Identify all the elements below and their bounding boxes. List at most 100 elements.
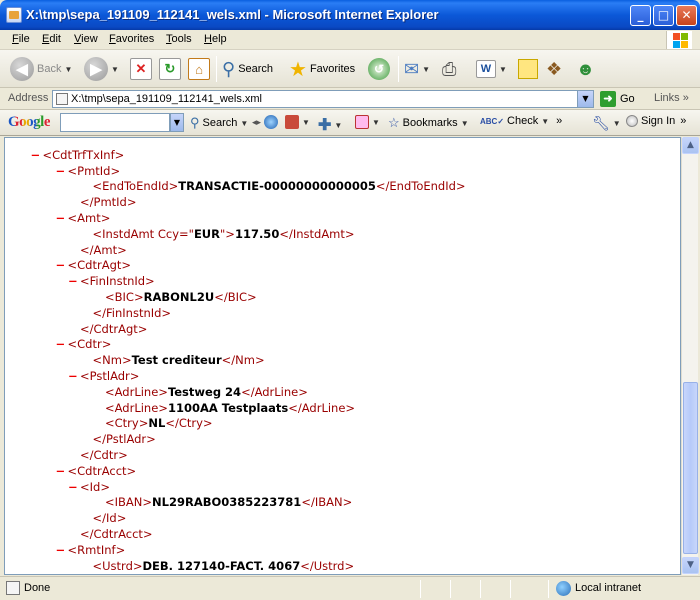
print-button[interactable]: ⎙ (442, 55, 456, 83)
xml-line[interactable]: − <PmtId> (5, 164, 680, 180)
xml-line[interactable]: − <CdtrAgt> (5, 258, 680, 274)
xml-line: <Ustrd>DEB. 127140-FACT. 4067</Ustrd> (5, 558, 680, 574)
status-divider (420, 580, 421, 598)
google-logo-text: Google (8, 114, 51, 130)
collapse-toggle-icon[interactable]: − (56, 164, 68, 180)
links-button[interactable]: Links » (654, 92, 689, 104)
xml-open-tag: <InstdAmt Ccy=" (92, 226, 194, 241)
menu-help[interactable]: Help (204, 33, 227, 45)
menu-favorites[interactable]: Favorites (109, 33, 154, 45)
xml-text-value: 117.50 (234, 226, 280, 241)
home-button[interactable]: ⌂ (188, 55, 210, 83)
xml-line: <InstdAmt Ccy="EUR">117.50</InstdAmt> (5, 227, 680, 243)
collapse-toggle-icon[interactable]: − (56, 464, 68, 480)
menu-edit[interactable]: Edit (42, 33, 61, 45)
toolbar-separator (398, 56, 399, 82)
favorites-button[interactable]: ★ Favorites (289, 55, 355, 83)
mail-icon: ✉ (404, 58, 420, 79)
xml-open-tag: </Amt> (80, 242, 127, 257)
minimize-button[interactable]: _ (630, 5, 651, 26)
xml-line[interactable]: − <FinInstnId> (5, 274, 680, 290)
news-button[interactable]: ◂▸ (252, 115, 279, 129)
mail-button[interactable]: ✉ ▼ (404, 55, 430, 83)
collapse-toggle-icon[interactable]: − (68, 369, 80, 385)
xml-text-value: NL (148, 416, 166, 431)
discuss-button[interactable] (518, 55, 538, 83)
status-divider (510, 580, 511, 598)
xml-line[interactable]: − <RmtInf> (5, 543, 680, 559)
bookmarks-button[interactable]: ☆ Bookmarks ▼ (388, 115, 469, 131)
research-icon: ❖ (546, 58, 563, 79)
refresh-button[interactable]: ↻ (159, 55, 181, 83)
xml-open-tag: <AdrLine> (105, 400, 168, 415)
stop-icon: ✕ (130, 58, 152, 80)
xml-line[interactable]: − <Cdtr> (5, 337, 680, 353)
research-button[interactable]: ❖ (546, 55, 562, 83)
back-button[interactable]: ◀ Back ▼ (10, 55, 72, 83)
xml-line[interactable]: − <PstlAdr> (5, 369, 680, 385)
scroll-up-button[interactable]: ▲ (682, 137, 699, 154)
more-chevron-icon[interactable]: » (680, 115, 686, 127)
xml-content-area[interactable]: − <CdtTrfTxInf> − <PmtId> <EndToEndId>TRANSA… (4, 137, 681, 575)
spell-check-button[interactable]: ABC✓ Check ▼ » (480, 115, 562, 127)
collapse-toggle-icon[interactable]: − (56, 543, 68, 559)
xml-text-value: DEB. 127140-FACT. 4067 (142, 558, 301, 573)
google-search-dropdown[interactable]: ▼ (170, 113, 184, 132)
collapse-toggle-icon[interactable]: − (56, 258, 68, 274)
scroll-down-button[interactable]: ▼ (682, 557, 699, 574)
xml-open-tag: </FinInstnId> (92, 305, 172, 320)
history-button[interactable]: ↺ (368, 55, 390, 83)
vertical-scrollbar[interactable]: ▲ ▼ (681, 137, 699, 575)
xml-close-tag: </IBAN> (301, 495, 353, 510)
forward-arrow-icon: ▶ (84, 57, 108, 81)
page-icon (56, 93, 68, 105)
xml-attr-value: EUR (193, 226, 220, 241)
chevron-down-icon: ▼ (612, 119, 621, 128)
add-button[interactable]: ✚ ▼ (318, 115, 342, 135)
menu-tools[interactable]: Tools (166, 33, 192, 45)
xml-line[interactable]: − <Amt> (5, 211, 680, 227)
xml-open-tag: <BIC> (105, 289, 144, 304)
xml-text-value: TRANSACTIE-00000000000005 (178, 179, 376, 194)
intranet-zone-icon (556, 581, 571, 596)
search-label: Search (238, 63, 274, 75)
sign-in-button[interactable]: Sign In » (626, 115, 686, 127)
more-chevron-icon[interactable]: » (556, 115, 562, 127)
pagerank-button[interactable]: ▼ (285, 115, 310, 129)
xml-line[interactable]: − <Id> (5, 480, 680, 496)
stop-button[interactable]: ✕ (130, 55, 152, 83)
collapse-toggle-icon[interactable]: − (56, 337, 68, 353)
forward-button[interactable]: ▶ ▼ (84, 55, 119, 83)
google-search-button[interactable]: ⚲ Search ▼ (190, 115, 248, 131)
close-button[interactable]: ✕ (676, 5, 697, 26)
messenger-button[interactable]: ☻ (576, 55, 595, 83)
go-button[interactable]: ➜ Go (600, 90, 635, 108)
collapse-toggle-icon[interactable]: − (56, 211, 68, 227)
history-icon: ↺ (368, 58, 390, 80)
xml-line[interactable]: − <CdtTrfTxInf> (5, 148, 680, 164)
collapse-toggle-icon[interactable]: − (31, 148, 43, 164)
google-search-input[interactable] (60, 113, 170, 132)
edit-button[interactable]: W ▼ (476, 55, 507, 83)
address-dropdown-button[interactable]: ▼ (577, 91, 593, 107)
title-bar[interactable]: X:\tmp\sepa_191109_112141_wels.xml - Mic… (0, 0, 700, 30)
xml-open-tag: </PmtId> (80, 195, 137, 210)
collapse-toggle-icon[interactable]: − (68, 480, 80, 496)
chevron-down-icon: ▼ (64, 64, 73, 74)
search-button[interactable]: ⚲ Search (222, 55, 273, 83)
menu-file[interactable]: File (12, 33, 30, 45)
page-icon (6, 581, 20, 595)
maximize-button[interactable]: □ (653, 5, 674, 26)
menu-view[interactable]: View (74, 33, 98, 45)
ie-page-icon (6, 7, 22, 23)
address-input[interactable]: X:\tmp\sepa_191109_112141_wels.xml ▼ (52, 90, 594, 108)
go-label: Go (620, 93, 635, 105)
collapse-toggle-icon[interactable]: − (68, 274, 80, 290)
xml-line: </PmtId> (5, 195, 680, 211)
settings-button[interactable]: 🔧︎ ▼ (592, 115, 621, 132)
google-logo[interactable]: Google (8, 114, 51, 131)
xml-line[interactable]: − <CdtrAcct> (5, 464, 680, 480)
popup-blocker-button[interactable]: ▼ (355, 115, 380, 129)
xml-close-tag: </BIC> (214, 289, 257, 304)
scroll-thumb[interactable] (683, 382, 698, 554)
